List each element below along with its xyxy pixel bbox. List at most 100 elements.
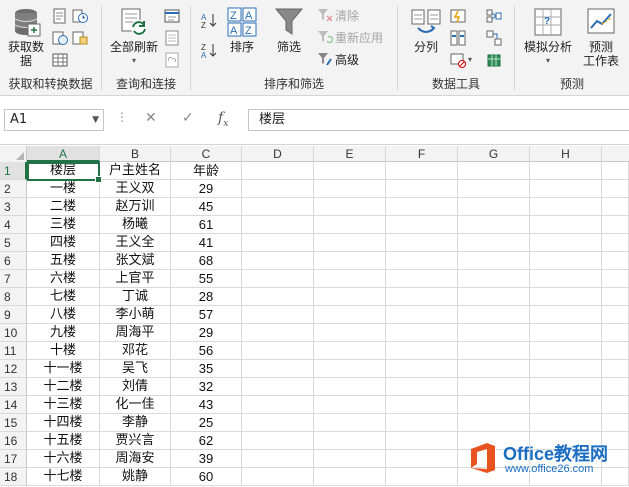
- empty-cell[interactable]: [602, 342, 629, 360]
- text-to-columns-button[interactable]: 分列: [408, 6, 444, 54]
- empty-cell[interactable]: [530, 252, 602, 270]
- cell-b[interactable]: 张文斌: [100, 252, 171, 270]
- row-header[interactable]: 15: [0, 414, 27, 432]
- row-header[interactable]: 11: [0, 342, 27, 360]
- edit-links-icon[interactable]: [164, 52, 180, 68]
- empty-cell[interactable]: [386, 396, 458, 414]
- empty-cell[interactable]: [530, 234, 602, 252]
- empty-cell[interactable]: [314, 198, 386, 216]
- empty-cell[interactable]: [458, 324, 530, 342]
- cell-a[interactable]: 十七楼: [27, 468, 100, 486]
- cell-a[interactable]: 十三楼: [27, 396, 100, 414]
- refresh-all-button[interactable]: 全部刷新 ▾: [106, 6, 162, 68]
- cell-c[interactable]: 56: [171, 342, 242, 360]
- empty-cell[interactable]: [458, 360, 530, 378]
- empty-cell[interactable]: [386, 252, 458, 270]
- cell-b[interactable]: 吴飞: [100, 360, 171, 378]
- cell-b[interactable]: 户主姓名: [100, 162, 171, 180]
- empty-cell[interactable]: [530, 198, 602, 216]
- empty-cell[interactable]: [458, 396, 530, 414]
- cell-b[interactable]: 王义双: [100, 180, 171, 198]
- empty-cell[interactable]: [530, 180, 602, 198]
- empty-cell[interactable]: [242, 288, 314, 306]
- reapply-button[interactable]: 重新应用: [317, 29, 383, 47]
- empty-cell[interactable]: [314, 378, 386, 396]
- cell-b[interactable]: 赵万训: [100, 198, 171, 216]
- empty-cell[interactable]: [602, 270, 629, 288]
- queries-connections-icon[interactable]: [164, 8, 180, 24]
- cell-b[interactable]: 周海平: [100, 324, 171, 342]
- from-table-icon[interactable]: [52, 52, 68, 68]
- row-header[interactable]: 6: [0, 252, 27, 270]
- empty-cell[interactable]: [602, 252, 629, 270]
- empty-cell[interactable]: [530, 378, 602, 396]
- cell-b[interactable]: 上官平: [100, 270, 171, 288]
- consolidate-icon[interactable]: [486, 8, 502, 24]
- empty-cell[interactable]: [458, 270, 530, 288]
- cell-b[interactable]: 丁诚: [100, 288, 171, 306]
- name-box[interactable]: A1 ▼: [4, 109, 104, 131]
- column-header-c[interactable]: C: [171, 146, 242, 162]
- empty-cell[interactable]: [386, 234, 458, 252]
- empty-cell[interactable]: [602, 414, 629, 432]
- empty-cell[interactable]: [314, 306, 386, 324]
- empty-cell[interactable]: [602, 216, 629, 234]
- cell-a[interactable]: 二楼: [27, 198, 100, 216]
- empty-cell[interactable]: [458, 342, 530, 360]
- empty-cell[interactable]: [386, 324, 458, 342]
- row-header[interactable]: 12: [0, 360, 27, 378]
- cell-a[interactable]: 七楼: [27, 288, 100, 306]
- manage-data-model-icon[interactable]: [486, 52, 502, 68]
- column-header-partial[interactable]: [602, 146, 629, 162]
- empty-cell[interactable]: [386, 270, 458, 288]
- cell-b[interactable]: 李小萌: [100, 306, 171, 324]
- empty-cell[interactable]: [242, 180, 314, 198]
- empty-cell[interactable]: [386, 342, 458, 360]
- empty-cell[interactable]: [314, 450, 386, 468]
- row-header[interactable]: 1: [0, 162, 27, 180]
- insert-function-icon[interactable]: fx: [218, 110, 228, 129]
- name-box-dropdown-icon[interactable]: ▼: [92, 110, 99, 130]
- cell-c[interactable]: 57: [171, 306, 242, 324]
- empty-cell[interactable]: [386, 288, 458, 306]
- empty-cell[interactable]: [458, 162, 530, 180]
- what-if-analysis-button[interactable]: ? 模拟分析 ▾: [519, 6, 577, 68]
- from-web-icon[interactable]: [52, 30, 68, 46]
- empty-cell[interactable]: [458, 198, 530, 216]
- relationships-icon[interactable]: [486, 30, 502, 46]
- existing-connections-icon[interactable]: [72, 30, 88, 46]
- empty-cell[interactable]: [602, 378, 629, 396]
- cell-a[interactable]: 四楼: [27, 234, 100, 252]
- empty-cell[interactable]: [602, 306, 629, 324]
- advanced-filter-button[interactable]: 高级: [317, 51, 359, 69]
- empty-cell[interactable]: [530, 162, 602, 180]
- empty-cell[interactable]: [386, 162, 458, 180]
- empty-cell[interactable]: [314, 180, 386, 198]
- empty-cell[interactable]: [242, 198, 314, 216]
- cell-a[interactable]: 十楼: [27, 342, 100, 360]
- column-header-f[interactable]: F: [386, 146, 458, 162]
- column-header-a[interactable]: A: [27, 146, 100, 162]
- row-header[interactable]: 3: [0, 198, 27, 216]
- empty-cell[interactable]: [242, 468, 314, 486]
- row-header[interactable]: 18: [0, 468, 27, 486]
- empty-cell[interactable]: [386, 468, 458, 486]
- cell-a[interactable]: 五楼: [27, 252, 100, 270]
- cell-a[interactable]: 八楼: [27, 306, 100, 324]
- column-header-b[interactable]: B: [100, 146, 171, 162]
- empty-cell[interactable]: [386, 306, 458, 324]
- empty-cell[interactable]: [386, 432, 458, 450]
- cell-c[interactable]: 25: [171, 414, 242, 432]
- empty-cell[interactable]: [242, 378, 314, 396]
- cell-c[interactable]: 43: [171, 396, 242, 414]
- filter-button[interactable]: 筛选: [271, 6, 307, 54]
- from-text-icon[interactable]: [52, 8, 68, 24]
- cell-c[interactable]: 39: [171, 450, 242, 468]
- row-header[interactable]: 5: [0, 234, 27, 252]
- row-header[interactable]: 13: [0, 378, 27, 396]
- empty-cell[interactable]: [458, 306, 530, 324]
- empty-cell[interactable]: [242, 306, 314, 324]
- empty-cell[interactable]: [314, 342, 386, 360]
- properties-icon[interactable]: [164, 30, 180, 46]
- empty-cell[interactable]: [314, 324, 386, 342]
